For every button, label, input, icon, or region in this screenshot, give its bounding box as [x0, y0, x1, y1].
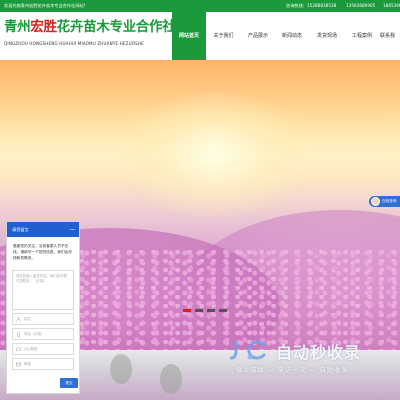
welcome-text: 欢迎光临青州宏胜花卉苗木专业合作社网站! [4, 3, 86, 8]
leave-message-widget: 请您留言 — 感谢您的关注，当前客服人员不在线，请填写一下您的信息，我们会尽快和… [6, 221, 80, 394]
user-icon [16, 317, 21, 322]
minimize-icon[interactable]: — [69, 226, 76, 233]
email-field[interactable]: 邮箱 [12, 358, 74, 370]
name-field[interactable]: 姓名 [12, 313, 74, 325]
widget-message: 感谢您的关注，当前客服人员不在线，请填写一下您的信息，我们会尽快和您联系。 [13, 244, 72, 260]
top-bar: 欢迎光临青州宏胜花卉苗木专业合作社网站! 咨询热线： 15288838538 1… [0, 0, 400, 12]
chat-icon [16, 347, 21, 352]
nav-news[interactable]: 新闻动态 [275, 12, 309, 60]
name-placeholder: 姓名 [24, 317, 31, 321]
logo-text-part: 青州 [4, 20, 31, 35]
message-textarea[interactable]: 请在此输入留言内容，我们会尽快与您联系。（必填） [12, 270, 74, 310]
hotline-label: 咨询热线： [286, 3, 307, 8]
phone-field[interactable]: 电话（必填） [12, 328, 74, 340]
banner-sunlight [120, 90, 310, 220]
nav-shipping[interactable]: 发货现场 [310, 12, 344, 60]
online-consult-button[interactable]: 在线咨询 [369, 196, 400, 207]
phone-number: 13583689905 [346, 3, 376, 8]
site-logo-title[interactable]: 青州宏胜花卉苗木专业合作社 [4, 15, 176, 35]
widget-header: 请您留言 — [7, 222, 79, 237]
widget-title: 请您留言 [12, 227, 29, 232]
agent-avatar-icon [371, 197, 380, 206]
phone-number: 18653660 [383, 3, 400, 8]
watermark-logo-icon [230, 339, 266, 360]
qq-wechat-placeholder: QQ/微信 [24, 347, 38, 351]
nav-products[interactable]: 产品展示 [241, 12, 275, 60]
phone-number: 15288838538 [307, 3, 337, 8]
nav-home[interactable]: 网站首页 [172, 12, 206, 60]
watermark-slogan: 做上链接 — 来访一次 — 自动收录 [236, 367, 349, 374]
online-consult-label: 在线咨询 [382, 199, 397, 203]
nav-contact[interactable]: 联系我 [380, 12, 400, 60]
slider-dot[interactable] [183, 309, 191, 312]
nav-about[interactable]: 关于我们 [207, 12, 240, 60]
phone-placeholder: 电话（必填） [24, 332, 45, 336]
qq-wechat-field[interactable]: QQ/微信 [12, 343, 74, 355]
submit-button[interactable]: 提交 [60, 378, 78, 388]
watermark: 自动秒收录 做上链接 — 来访一次 — 自动收录 [230, 337, 390, 382]
mail-icon [16, 362, 21, 367]
logo-text-part: 花卉苗木专业合作社 [56, 20, 176, 35]
phone-icon [17, 332, 20, 337]
watermark-title: 自动秒收录 [276, 343, 362, 362]
slider-dot[interactable] [219, 309, 227, 312]
logo-text-part: 宏胜 [30, 20, 57, 35]
tree-silhouette [160, 364, 182, 394]
nav-cases[interactable]: 工程案例 [345, 12, 379, 60]
email-placeholder: 邮箱 [24, 362, 31, 366]
site-logo-subtitle: QINGZHOU HONGSHENG HUAHUI MIAOMU ZHUANYE… [4, 41, 144, 46]
slider-dot[interactable] [195, 309, 203, 312]
slider-dot[interactable] [207, 309, 215, 312]
tree-silhouette [110, 354, 132, 384]
